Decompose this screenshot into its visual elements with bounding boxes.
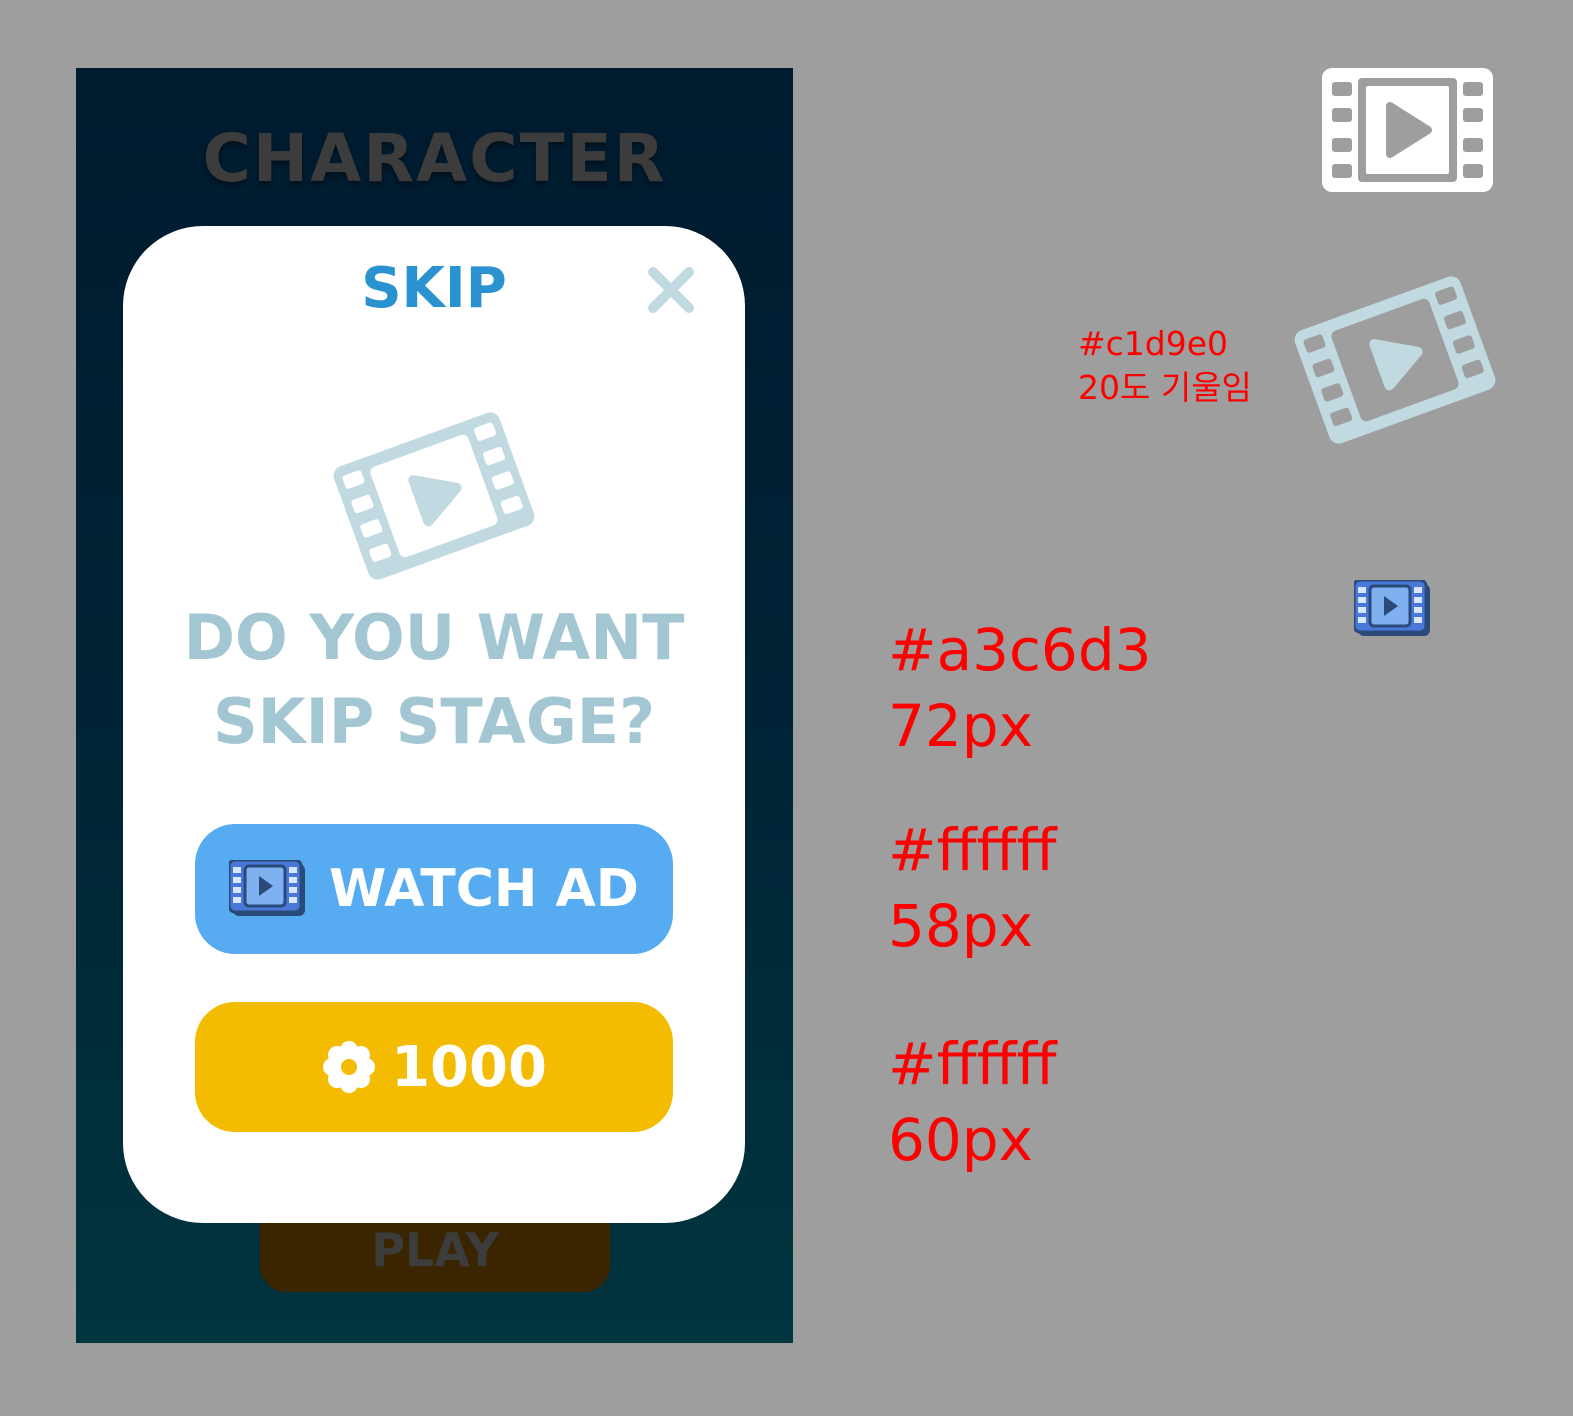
- close-icon: [648, 267, 694, 313]
- coin-style-note: #ffffff 60px: [888, 1030, 1057, 1174]
- skip-question: DO YOU WANT SKIP STAGE?: [123, 596, 745, 764]
- watch-ad-label: WATCH AD: [329, 859, 639, 919]
- close-button[interactable]: [647, 266, 695, 314]
- gear-icon: [323, 1041, 376, 1093]
- question-line-1: DO YOU WANT: [183, 601, 685, 674]
- film-color-note: #c1d9e0 20도 기울임: [1078, 324, 1252, 407]
- film-icon: [229, 860, 306, 916]
- question-style-note: #a3c6d3 72px: [888, 616, 1152, 760]
- coin-cost: 1000: [391, 1034, 547, 1100]
- film-icon-tilted: [1292, 270, 1498, 454]
- question-line-2: SKIP STAGE?: [212, 685, 656, 758]
- coin-skip-button[interactable]: 1000: [195, 1002, 673, 1132]
- character-title: CHARACTER: [202, 120, 667, 197]
- film-icon: [331, 406, 537, 590]
- film-icon-color: [1352, 578, 1432, 642]
- skip-modal: SKIP DO YOU WANT SKIP STAGE? WATCH AD 10…: [123, 226, 745, 1223]
- watch-ad-button[interactable]: WATCH AD: [195, 824, 673, 954]
- game-screen: CHARACTER PLAY SKIP DO YOU WANT SKIP STA…: [76, 68, 793, 1343]
- film-icon-outline: [1322, 68, 1493, 196]
- watch-style-note: #ffffff 58px: [888, 816, 1057, 960]
